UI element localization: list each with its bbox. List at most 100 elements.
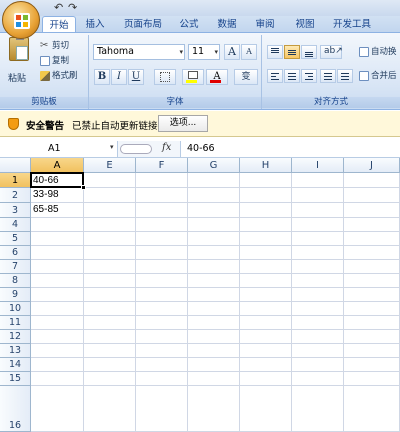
row-header-3[interactable]: 3 (0, 203, 31, 218)
fill-handle[interactable] (81, 185, 86, 190)
cell-e8[interactable] (84, 274, 136, 288)
row-header-6[interactable]: 6 (0, 246, 31, 260)
align-left-button[interactable] (267, 69, 283, 83)
column-header-j[interactable]: J (344, 158, 400, 173)
row-header-14[interactable]: 14 (0, 358, 31, 372)
cell-e12[interactable] (84, 330, 136, 344)
cell-e14[interactable] (84, 358, 136, 372)
cell-h10[interactable] (240, 302, 292, 316)
shrink-font-button[interactable]: A (241, 44, 257, 60)
cell-e1[interactable] (84, 173, 136, 188)
undo-icon[interactable]: ↶ (54, 1, 63, 14)
cell-a15[interactable] (31, 372, 84, 386)
cell-j1[interactable] (344, 173, 400, 188)
cell-a11[interactable] (31, 316, 84, 330)
row-header-10[interactable]: 10 (0, 302, 31, 316)
cell-j14[interactable] (344, 358, 400, 372)
security-options-button[interactable]: 选项... (158, 115, 208, 132)
column-header-i[interactable]: I (292, 158, 344, 173)
cell-j13[interactable] (344, 344, 400, 358)
tab-home[interactable]: 开始 (42, 16, 76, 33)
cell-g6[interactable] (188, 246, 240, 260)
tab-developer[interactable]: 开发工具 (330, 16, 374, 33)
cell-g16[interactable] (188, 386, 240, 432)
cell-a8[interactable] (31, 274, 84, 288)
cell-e4[interactable] (84, 218, 136, 232)
cell-g10[interactable] (188, 302, 240, 316)
name-box[interactable]: A1 ▾ (0, 141, 118, 157)
cell-e11[interactable] (84, 316, 136, 330)
cell-g2[interactable] (188, 188, 240, 203)
cell-f15[interactable] (136, 372, 188, 386)
align-bottom-button[interactable] (301, 45, 317, 59)
cell-g11[interactable] (188, 316, 240, 330)
cell-i3[interactable] (292, 203, 344, 218)
cell-i4[interactable] (292, 218, 344, 232)
underline-button[interactable]: U (128, 69, 144, 85)
font-size-field[interactable]: 11 ▾ (188, 44, 220, 60)
tab-review[interactable]: 审阅 (250, 16, 280, 33)
cell-f6[interactable] (136, 246, 188, 260)
orientation-button[interactable]: ab↗ (320, 45, 343, 59)
cell-g14[interactable] (188, 358, 240, 372)
cell-f8[interactable] (136, 274, 188, 288)
align-middle-button[interactable] (284, 45, 300, 59)
cell-i11[interactable] (292, 316, 344, 330)
cell-g12[interactable] (188, 330, 240, 344)
row-header-7[interactable]: 7 (0, 260, 31, 274)
cell-h15[interactable] (240, 372, 292, 386)
align-right-button[interactable] (301, 69, 317, 83)
cell-h16[interactable] (240, 386, 292, 432)
cell-h8[interactable] (240, 274, 292, 288)
tab-data[interactable]: 数据 (212, 16, 242, 33)
cell-j2[interactable] (344, 188, 400, 203)
wrap-text-button[interactable]: 自动换 (359, 45, 397, 59)
cell-i14[interactable] (292, 358, 344, 372)
cell-g5[interactable] (188, 232, 240, 246)
formula-input[interactable]: 40-66 (180, 141, 400, 157)
cell-a5[interactable] (31, 232, 84, 246)
row-header-9[interactable]: 9 (0, 288, 31, 302)
tab-insert[interactable]: 插入 (80, 16, 110, 33)
grow-font-button[interactable]: A (224, 44, 240, 60)
cell-h13[interactable] (240, 344, 292, 358)
cell-f16[interactable] (136, 386, 188, 432)
cell-a12[interactable] (31, 330, 84, 344)
cell-h4[interactable] (240, 218, 292, 232)
chevron-down-icon[interactable]: ▾ (214, 45, 218, 59)
cell-j15[interactable] (344, 372, 400, 386)
cell-g9[interactable] (188, 288, 240, 302)
cell-j5[interactable] (344, 232, 400, 246)
cell-i10[interactable] (292, 302, 344, 316)
cell-g1[interactable] (188, 173, 240, 188)
cell-j3[interactable] (344, 203, 400, 218)
chevron-down-icon[interactable]: ▾ (179, 45, 183, 59)
cell-f10[interactable] (136, 302, 188, 316)
row-header-12[interactable]: 12 (0, 330, 31, 344)
office-button[interactable] (2, 1, 40, 39)
cell-a7[interactable] (31, 260, 84, 274)
align-top-button[interactable] (267, 45, 283, 59)
cell-i1[interactable] (292, 173, 344, 188)
font-color-button[interactable]: A (206, 69, 228, 85)
cell-a1[interactable]: 40-66 (30, 172, 86, 190)
cell-a9[interactable] (31, 288, 84, 302)
cell-i12[interactable] (292, 330, 344, 344)
cell-g7[interactable] (188, 260, 240, 274)
row-header-11[interactable]: 11 (0, 316, 31, 330)
cell-h1[interactable] (240, 173, 292, 188)
cell-j4[interactable] (344, 218, 400, 232)
row-header-16[interactable]: 16 (0, 386, 31, 432)
row-header-13[interactable]: 13 (0, 344, 31, 358)
copy-button[interactable]: 复制 (40, 54, 69, 68)
cell-h9[interactable] (240, 288, 292, 302)
cell-i16[interactable] (292, 386, 344, 432)
cell-g13[interactable] (188, 344, 240, 358)
italic-button[interactable]: I (111, 69, 127, 85)
cell-j11[interactable] (344, 316, 400, 330)
column-header-h[interactable]: H (240, 158, 292, 173)
format-painter-button[interactable]: 格式刷 (40, 69, 78, 83)
align-center-button[interactable] (284, 69, 300, 83)
cell-e5[interactable] (84, 232, 136, 246)
cell-i9[interactable] (292, 288, 344, 302)
